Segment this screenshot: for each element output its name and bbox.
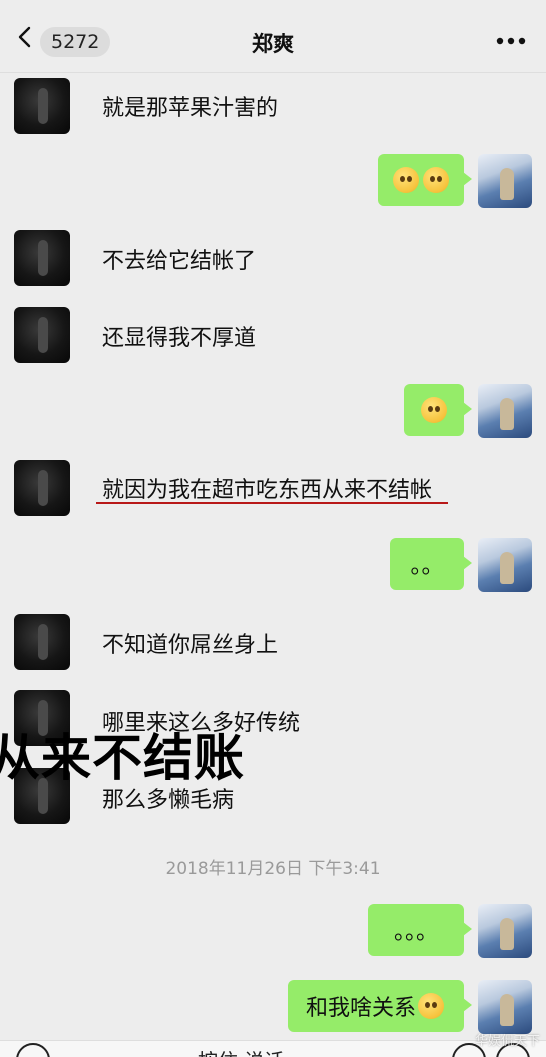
caption-overlay: 从来不结账 [0, 729, 245, 787]
timestamp: 2018年11月26日 下午3:41 [165, 859, 381, 879]
received-message: 不知道你屌丝身上 [102, 633, 279, 658]
my-avatar[interactable] [478, 980, 532, 1034]
chat-header: 5272 郑爽 [0, 0, 546, 73]
sent-message-bubble: 。。 [390, 538, 472, 590]
contact-avatar[interactable] [14, 614, 70, 670]
hold-to-talk-button[interactable]: 按住 说话 [198, 1045, 284, 1057]
red-underline [96, 502, 448, 504]
pleading-face-icon [393, 167, 419, 193]
sent-message-text: 。。。 [393, 920, 438, 945]
sent-message-bubble: 和我啥关系 [288, 980, 472, 1032]
rolling-laughing-face-icon [421, 397, 447, 423]
contact-avatar[interactable] [14, 78, 70, 134]
my-avatar[interactable] [478, 154, 532, 208]
sent-message-bubble [404, 384, 472, 436]
input-bar: 按住 说话 [0, 1040, 546, 1057]
watermark: 华娱侃天下 [474, 1034, 540, 1049]
sent-message-bubble: 。。。 [368, 904, 472, 956]
my-avatar[interactable] [478, 538, 532, 592]
pleading-face-icon [423, 167, 449, 193]
my-avatar[interactable] [478, 904, 532, 958]
contact-avatar[interactable] [14, 460, 70, 516]
received-message: 就是那苹果汁害的 [102, 96, 279, 121]
more-options-icon[interactable] [496, 37, 526, 45]
chat-title: 郑爽 [252, 32, 294, 56]
received-message: 就因为我在超市吃东西从来不结帐 [102, 478, 433, 503]
received-message: 还显得我不厚道 [102, 326, 257, 351]
contact-avatar[interactable] [14, 307, 70, 363]
my-avatar[interactable] [478, 384, 532, 438]
rolling-laughing-face-icon [418, 993, 444, 1019]
voice-input-icon[interactable] [16, 1043, 50, 1057]
sent-message-text: 。。 [410, 554, 444, 579]
received-message: 不去给它结帐了 [102, 249, 257, 274]
sent-message-bubble [378, 154, 472, 206]
sent-message-text: 和我啥关系 [305, 996, 416, 1021]
contact-avatar[interactable] [14, 230, 70, 286]
